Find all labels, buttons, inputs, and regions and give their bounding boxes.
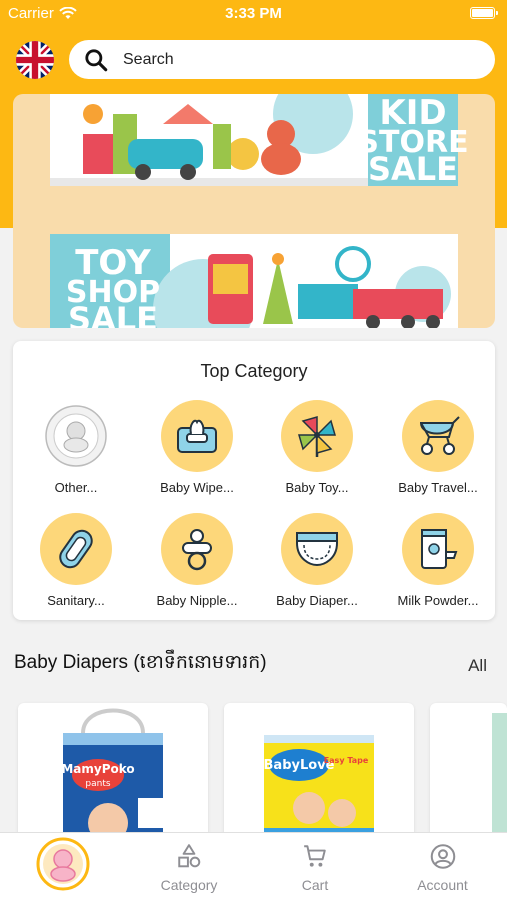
product-card[interactable]: BabyLove Easy Tape (224, 703, 414, 843)
category-label: Other... (54, 480, 98, 495)
category-label: Baby Toy... (285, 480, 349, 495)
tab-cart[interactable]: Cart (252, 833, 378, 900)
product-sub: pants (85, 779, 110, 789)
cart-icon (301, 843, 329, 874)
category-item-milk-powder[interactable]: Milk Powder... (378, 513, 498, 608)
battery-icon (470, 7, 498, 19)
top-category-card: Top Category Other... Baby Wipe... Baby … (13, 341, 495, 620)
promo-banner[interactable]: KID STORE SALE TOY SHOP SALE (13, 94, 495, 328)
search-placeholder: Search (123, 50, 174, 68)
tab-label: Category (160, 877, 218, 893)
search-input[interactable]: Search (69, 40, 495, 79)
product-image-babylove: BabyLove Easy Tape (264, 735, 374, 843)
home-logo-icon (36, 837, 90, 896)
product-card[interactable]: MamyPoko pants (18, 703, 208, 843)
sanitary-pad-icon (40, 513, 112, 585)
product-brand: MamyPoko (61, 762, 134, 776)
tab-label: Account (417, 877, 468, 893)
status-bar: Carrier 3:33 PM (0, 0, 507, 30)
wipes-icon (161, 400, 233, 472)
category-label: Baby Diaper... (276, 593, 358, 608)
section-title: Baby Diapers (ខោទឹកនោមទារក) (14, 652, 267, 673)
milk-can-icon (402, 513, 474, 585)
category-label: Baby Travel... (398, 480, 478, 495)
pacifier-icon (161, 513, 233, 585)
search-icon (85, 48, 108, 71)
top-category-title: Top Category (200, 361, 308, 381)
product-image-partial (492, 713, 507, 843)
product-image-mamypoko: MamyPoko pants (61, 708, 163, 843)
category-item-baby-diaper[interactable]: Baby Diaper... (257, 513, 377, 608)
category-item-baby-wipes[interactable]: Baby Wipe... (137, 400, 257, 495)
view-all-link[interactable]: All (468, 656, 487, 676)
banner-artwork: KID STORE SALE TOY SHOP SALE (50, 94, 469, 328)
pinwheel-icon (281, 400, 353, 472)
banner-top-line3: SALE (368, 150, 458, 188)
banner-bottom-line3: SALE (68, 300, 158, 328)
stroller-icon (402, 400, 474, 472)
category-label: Baby Wipe... (160, 480, 234, 495)
category-label: Sanitary... (47, 593, 105, 608)
category-label: Baby Nipple... (156, 593, 238, 608)
category-icon (176, 843, 202, 874)
account-icon (429, 843, 456, 875)
bottom-tab-bar: Category Cart Account (0, 832, 507, 900)
tab-home[interactable] (0, 833, 126, 900)
tab-category[interactable]: Category (126, 833, 252, 900)
product-sub: Easy Tape (324, 756, 369, 765)
category-item-baby-toys[interactable]: Baby Toy... (257, 400, 377, 495)
tab-label: Cart (301, 877, 329, 893)
diaper-icon (281, 513, 353, 585)
uk-flag-icon[interactable] (16, 41, 54, 79)
shop-logo-icon (40, 400, 112, 472)
product-card-partial[interactable] (430, 703, 507, 843)
status-time: 3:33 PM (225, 5, 282, 22)
category-item-sanitary[interactable]: Sanitary... (16, 513, 136, 608)
category-label: Milk Powder... (397, 593, 479, 608)
category-item-baby-nipple[interactable]: Baby Nipple... (137, 513, 257, 608)
category-item-baby-travel[interactable]: Baby Travel... (378, 400, 498, 495)
category-item-other[interactable]: Other... (16, 400, 136, 495)
tab-account[interactable]: Account (378, 833, 507, 900)
